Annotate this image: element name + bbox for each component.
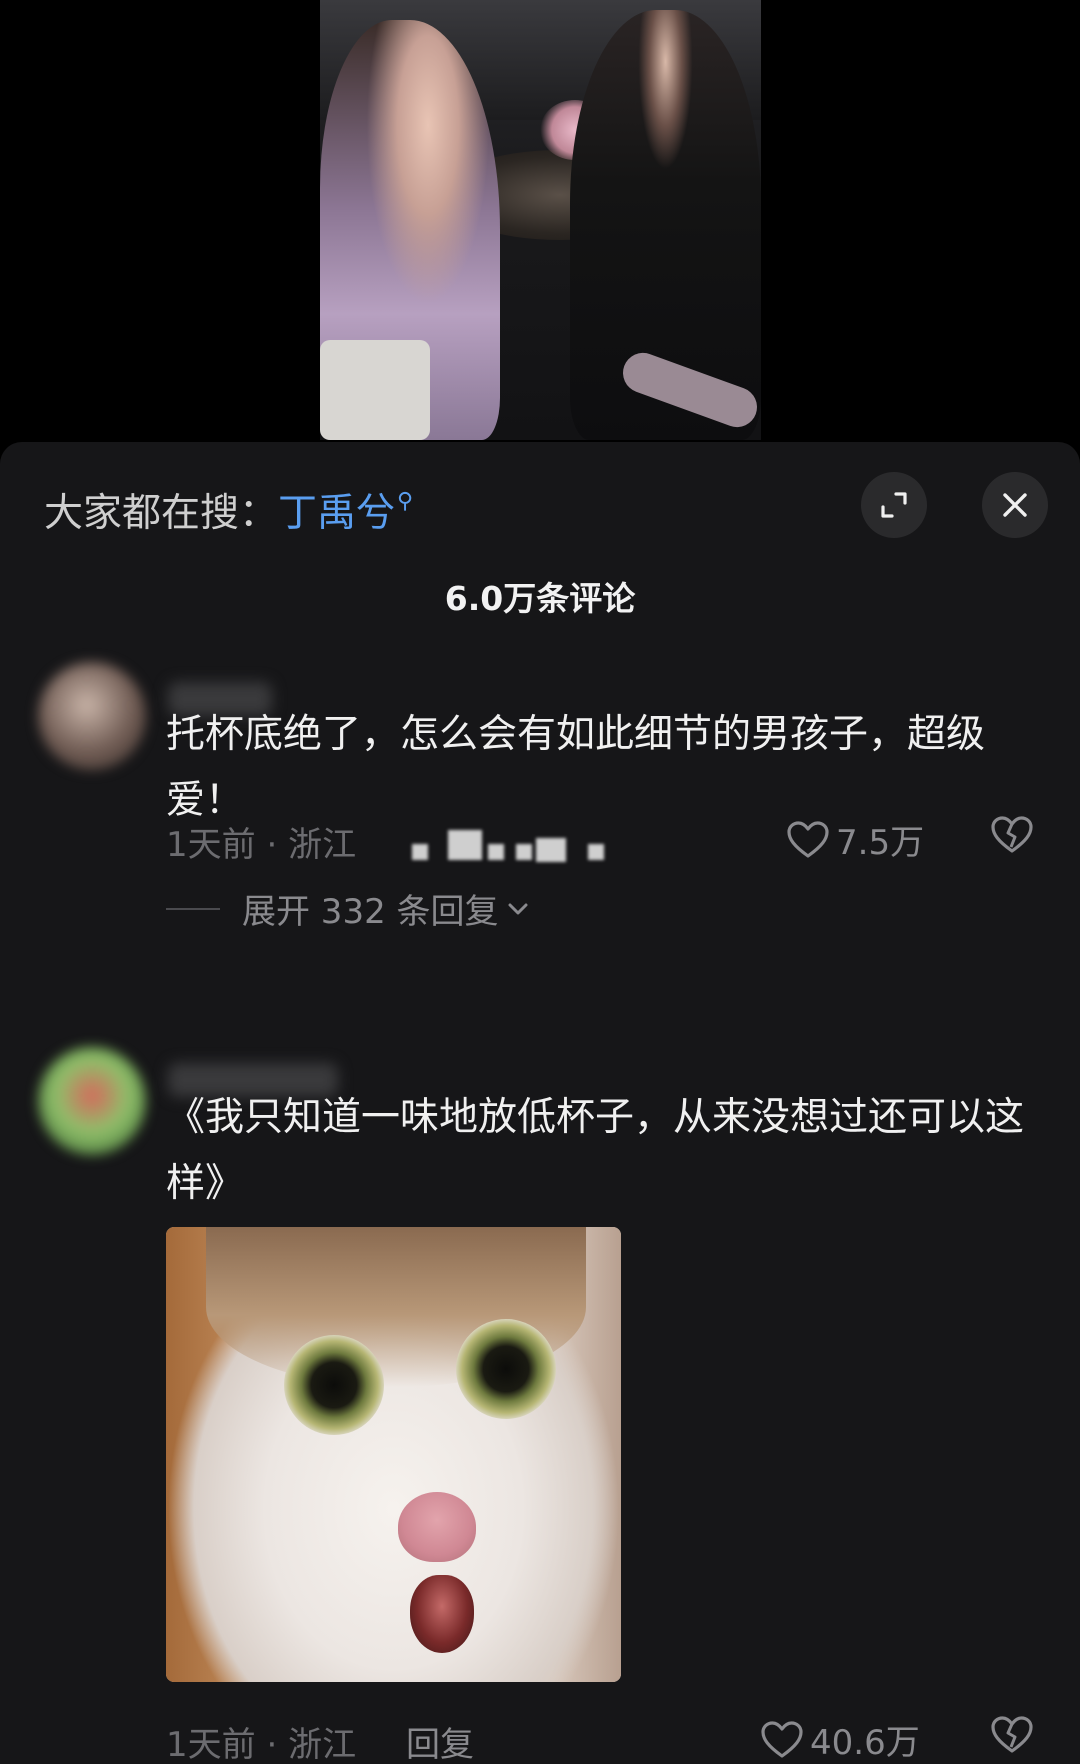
comment-image-cat[interactable]: [166, 1227, 621, 1682]
comment-meta: 1天前 · 浙江: [166, 825, 357, 865]
reply-button[interactable]: 回复: [406, 1717, 474, 1764]
expand-replies-label: 展开 332 条回复: [242, 892, 499, 932]
like-button[interactable]: 40.6万: [760, 1715, 920, 1764]
expand-replies[interactable]: 展开 332 条回复: [166, 884, 529, 933]
search-suggestion[interactable]: 大家都在搜：丁禹兮⚲: [44, 482, 413, 538]
avatar[interactable]: [38, 1047, 146, 1155]
like-count: 7.5万: [836, 823, 925, 863]
comment-sheet: 大家都在搜：丁禹兮⚲ 6.0万条评论 托杯底绝了，怎么会有如此细节的男孩子，超级…: [0, 442, 1080, 1764]
close-button[interactable]: [982, 472, 1048, 538]
redacted-tags: [412, 830, 622, 866]
comment-item: 托杯底绝了，怎么会有如此细节的男孩子，超级爱！ 1天前 · 浙江 7.5万 展开…: [0, 662, 1080, 962]
heart-icon: [787, 820, 829, 858]
cat-eye-left: [284, 1335, 384, 1435]
dislike-button[interactable]: [990, 1715, 1034, 1759]
search-suggestion-prefix: 大家都在搜：: [44, 491, 279, 536]
cat-mouth: [410, 1575, 474, 1653]
comment-location: 浙江: [288, 825, 357, 865]
fullscreen-button[interactable]: [861, 472, 927, 538]
heart-icon: [761, 1720, 803, 1758]
close-icon: [1003, 493, 1027, 517]
dislike-button[interactable]: [990, 815, 1034, 859]
video-handbag: [320, 340, 430, 440]
cat-eye-right: [456, 1319, 556, 1419]
comment-text: 《我只知道一味地放低杯子，从来没想过还可以这样》: [166, 1095, 1025, 1206]
search-icon: ⚲: [397, 489, 414, 514]
divider-line: [166, 907, 220, 910]
avatar[interactable]: [38, 662, 146, 770]
comment-time: 1天前: [166, 1725, 256, 1764]
comment-count-title: 6.0万条评论: [444, 579, 636, 618]
comment-item: 《我只知道一味地放低杯子，从来没想过还可以这样》 1天前 · 浙江 回复 40.…: [0, 1047, 1080, 1764]
video-player[interactable]: [0, 0, 1080, 445]
broken-heart-icon: [991, 816, 1033, 853]
expand-icon: [881, 492, 907, 518]
broken-heart-icon: [991, 1716, 1033, 1753]
like-button[interactable]: 7.5万: [786, 815, 924, 864]
video-frame: [320, 0, 761, 440]
cat-nose: [398, 1492, 476, 1562]
search-suggestion-keyword[interactable]: 丁禹兮: [278, 491, 395, 536]
comment-location: 浙江: [288, 1725, 357, 1764]
comment-meta: 1天前 · 浙江: [166, 1725, 357, 1764]
comment-time: 1天前: [166, 825, 256, 865]
like-count: 40.6万: [810, 1723, 920, 1763]
chevron-down-icon: [508, 903, 528, 914]
